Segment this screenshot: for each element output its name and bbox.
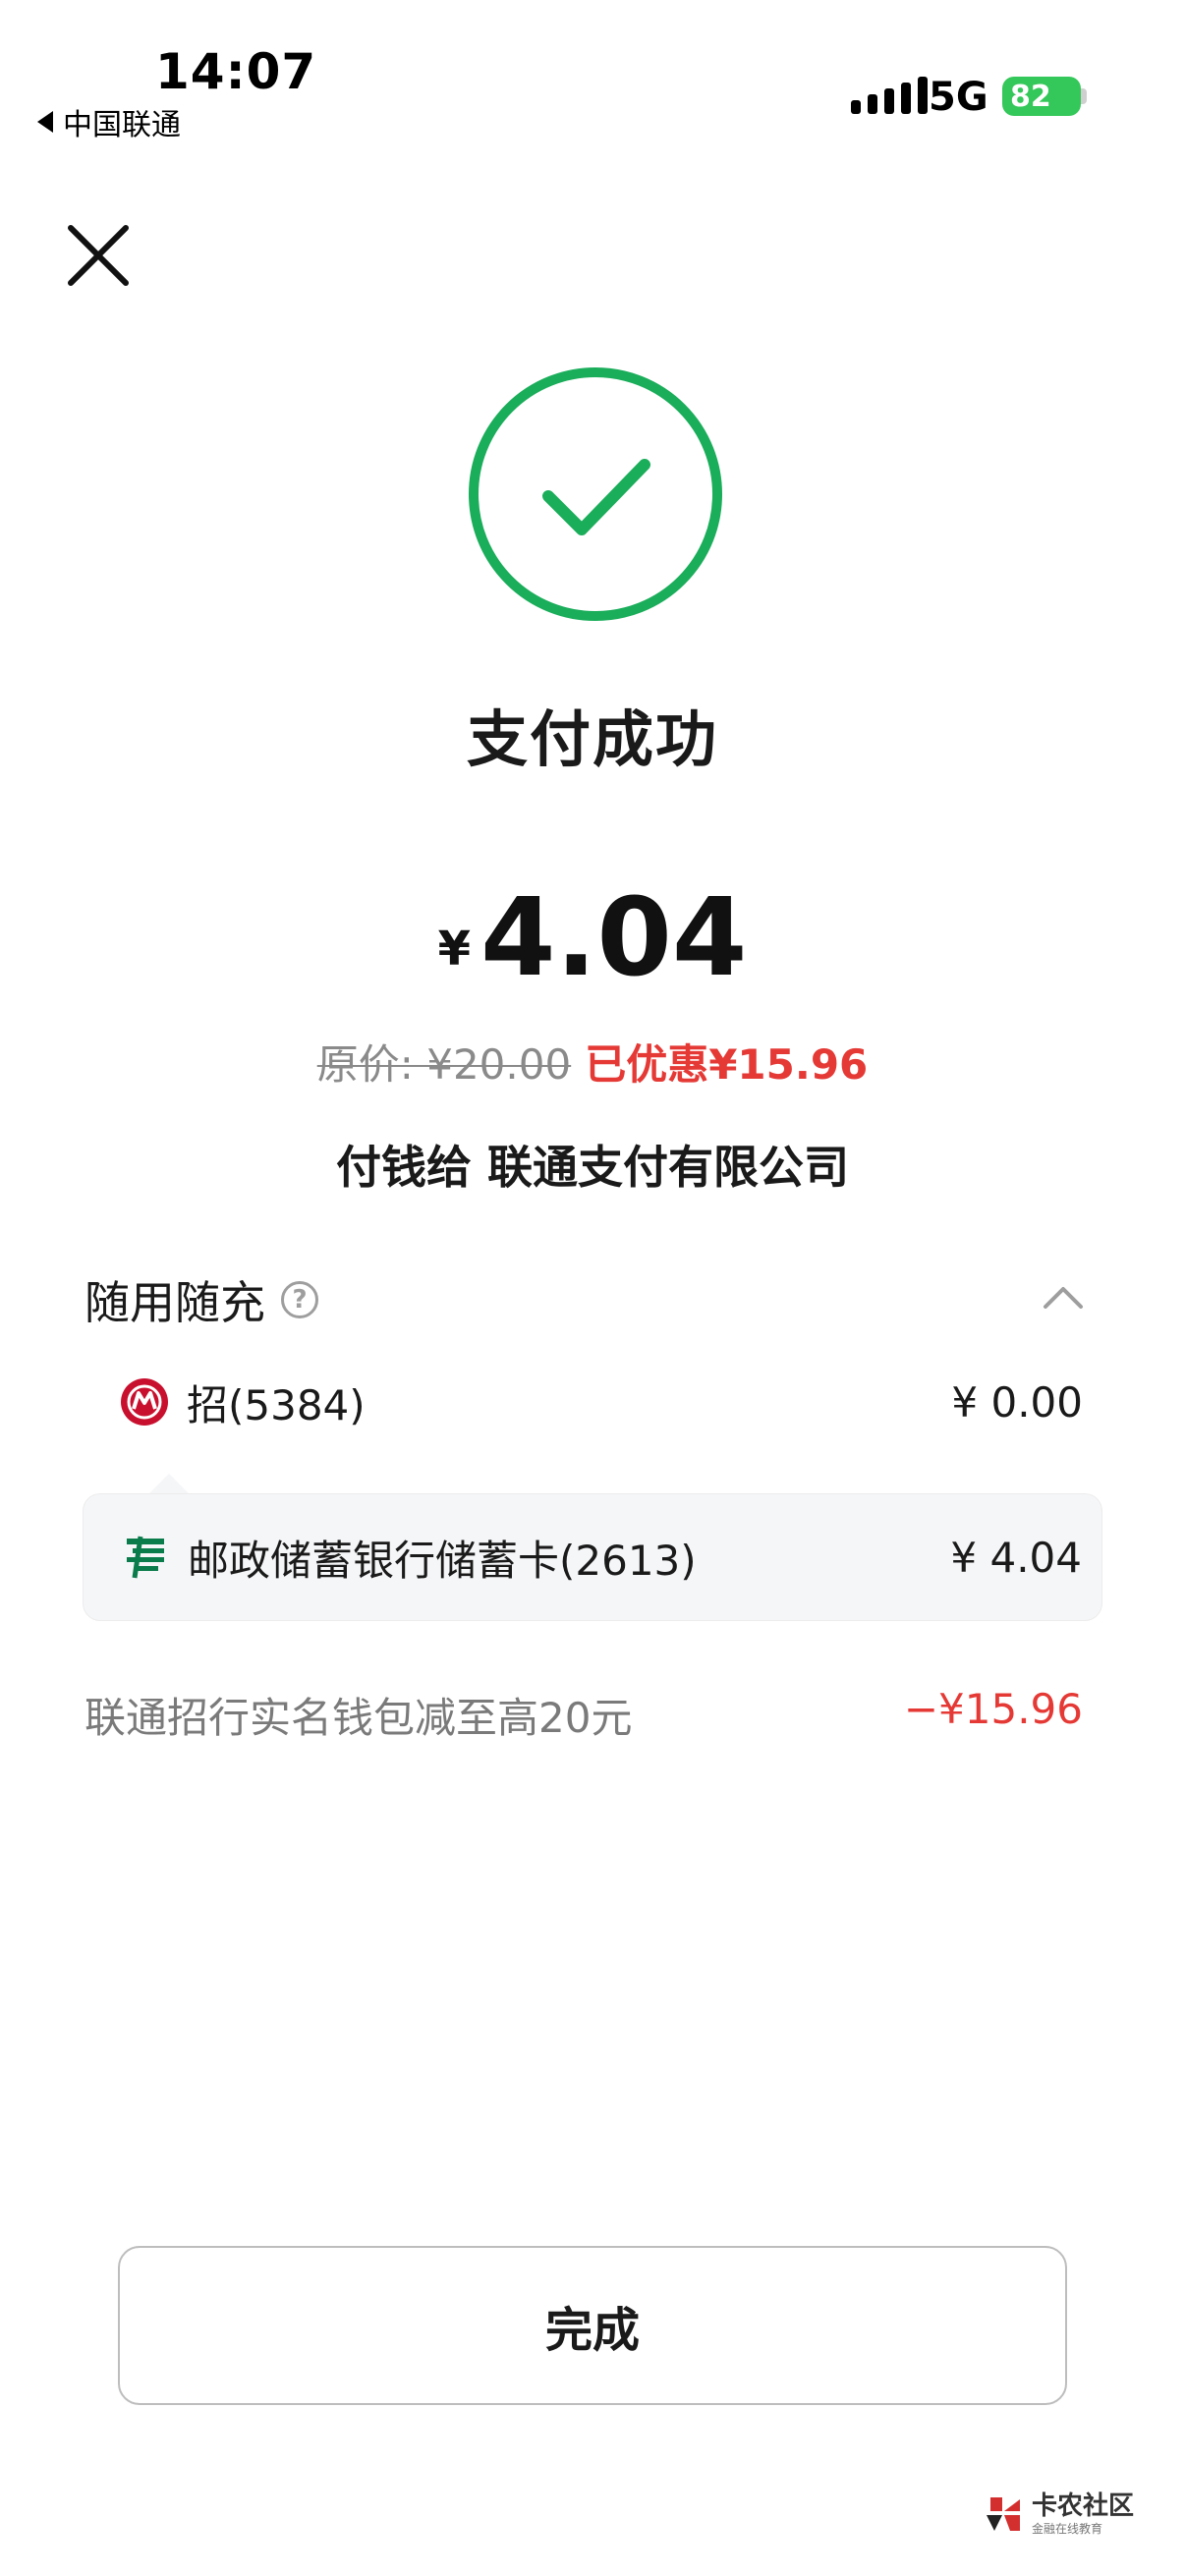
original-price: 原价: ¥20.00 (316, 1040, 572, 1089)
payment-method-amount: ¥ 0.00 (951, 1377, 1083, 1427)
amount-display: ¥4.04 (0, 874, 1185, 1000)
payment-section-header[interactable]: 随用随充 ? (85, 1267, 318, 1332)
close-icon (68, 225, 129, 286)
watermark-title: 卡农社区 (1032, 2492, 1135, 2521)
help-icon[interactable]: ? (281, 1281, 318, 1318)
psbc-bank-icon (127, 1536, 164, 1579)
payment-method-amount: ¥ 4.04 (950, 1533, 1082, 1582)
done-button[interactable]: 完成 (118, 2246, 1067, 2405)
selected-row-pointer (147, 1474, 191, 1495)
watermark-logo: 卡农社区 金融在线教育 (983, 2493, 1134, 2535)
payment-method-label: 邮政储蓄银行储蓄卡(2613) (188, 1536, 697, 1585)
payment-section-title: 随用随充 (85, 1276, 265, 1329)
watermark-subtitle: 金融在线教育 (1032, 2522, 1103, 2536)
promotion-value: −¥15.96 (903, 1685, 1083, 1733)
battery-cap (1081, 88, 1087, 104)
signal-icon (851, 77, 928, 114)
success-check-icon (468, 366, 723, 622)
discount-text: 已优惠¥15.96 (585, 1040, 869, 1089)
currency-symbol: ¥ (437, 922, 471, 977)
network-type: 5G (929, 75, 988, 120)
carrier-back[interactable]: 中国联通 (37, 100, 181, 143)
page-title: 支付成功 (466, 703, 718, 775)
carrier-name: 中国联通 (63, 108, 181, 142)
paid-amount: 4.04 (480, 874, 748, 1000)
payment-method-label: 招(5384) (187, 1380, 366, 1429)
payment-method-row-selected[interactable]: 邮政储蓄银行储蓄卡(2613) ¥ 4.04 (83, 1493, 1102, 1621)
promotion-label: 联通招行实名钱包减至高20元 (85, 1694, 633, 1742)
chevron-up-icon[interactable] (1042, 1277, 1085, 1320)
status-time: 14:07 (155, 43, 317, 100)
kanong-logo-icon (987, 2497, 1020, 2531)
close-button[interactable] (59, 216, 138, 295)
cmb-bank-icon (121, 1378, 168, 1426)
battery-level: 82 (1010, 79, 1051, 114)
payee-text: 付钱给 联通支付有限公司 (335, 1141, 849, 1194)
battery-icon: 82 (1002, 77, 1081, 116)
payment-method-row[interactable]: 招(5384) ¥ 0.00 (83, 1338, 1102, 1466)
price-line: 原价: ¥20.00 已优惠¥15.96 (0, 1032, 1185, 1092)
back-triangle-icon (37, 111, 53, 133)
